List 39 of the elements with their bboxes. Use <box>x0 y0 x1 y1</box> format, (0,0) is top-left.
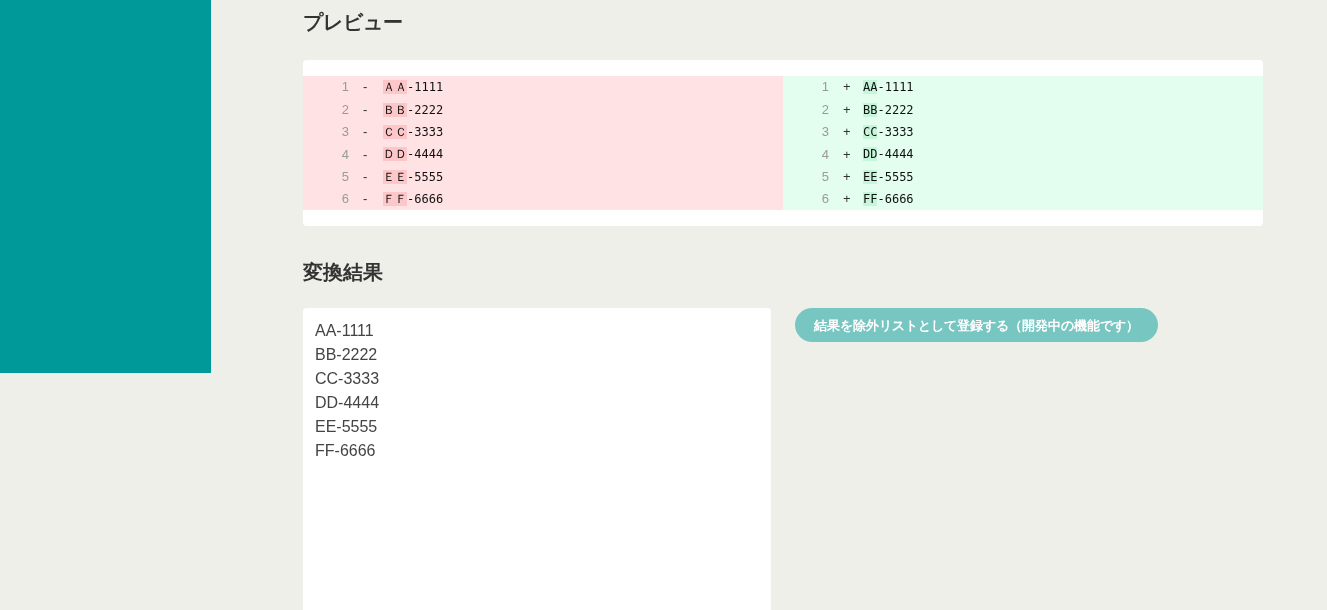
diff-line-text: CC-3333 <box>863 123 914 141</box>
diff-sign: - <box>363 190 369 209</box>
line-number: 6 <box>820 190 829 209</box>
diff-line-text: BB-2222 <box>863 101 914 119</box>
diff-line-text: DD-4444 <box>863 146 914 164</box>
diff-line-text: EE-5555 <box>863 168 914 186</box>
section-heading: プレビュー <box>303 10 403 34</box>
diff-sign: + <box>843 123 852 142</box>
line-number: 3 <box>820 123 829 142</box>
diff-sign: - <box>363 123 369 142</box>
diff-line-text: ＡＡ-1111 <box>383 79 444 97</box>
diff-sign: - <box>363 100 369 119</box>
line-number: 6 <box>340 190 349 209</box>
diff-line-text: ＥＥ-5555 <box>383 168 444 186</box>
diff-line-text: FF-6666 <box>863 191 914 209</box>
line-number: 5 <box>820 168 829 186</box>
diff-line-text: ＢＢ-2222 <box>383 101 444 119</box>
diff-sign: - <box>363 168 369 186</box>
line-number: 1 <box>820 78 829 97</box>
diff-sign: + <box>843 190 852 209</box>
diff-sign: - <box>363 145 369 164</box>
line-number: 2 <box>340 100 349 119</box>
section-heading: 変換結果 <box>303 260 383 285</box>
diff-sign: + <box>843 145 852 164</box>
diff-sign: + <box>843 100 852 119</box>
line-number: 4 <box>340 145 349 164</box>
line-number: 4 <box>820 145 829 164</box>
line-number: 3 <box>340 123 349 142</box>
diff-line-text: ＤＤ-4444 <box>383 146 444 164</box>
diff-line-text: AA-1111 <box>863 79 914 97</box>
diff-sign: - <box>363 78 369 97</box>
diff-sign: + <box>843 168 852 186</box>
diff-line-text: ＦＦ-6666 <box>383 191 444 209</box>
diff-line-text: ＣＣ-3333 <box>383 123 444 141</box>
diff-sign: + <box>843 78 852 97</box>
line-number: 2 <box>820 100 829 119</box>
result-textarea[interactable]: AA-1111 BB-2222 CC-3333 DD-4444 EE-5555 FF-6666 <box>303 308 771 610</box>
line-number: 5 <box>340 168 349 186</box>
line-number: 1 <box>340 78 349 97</box>
